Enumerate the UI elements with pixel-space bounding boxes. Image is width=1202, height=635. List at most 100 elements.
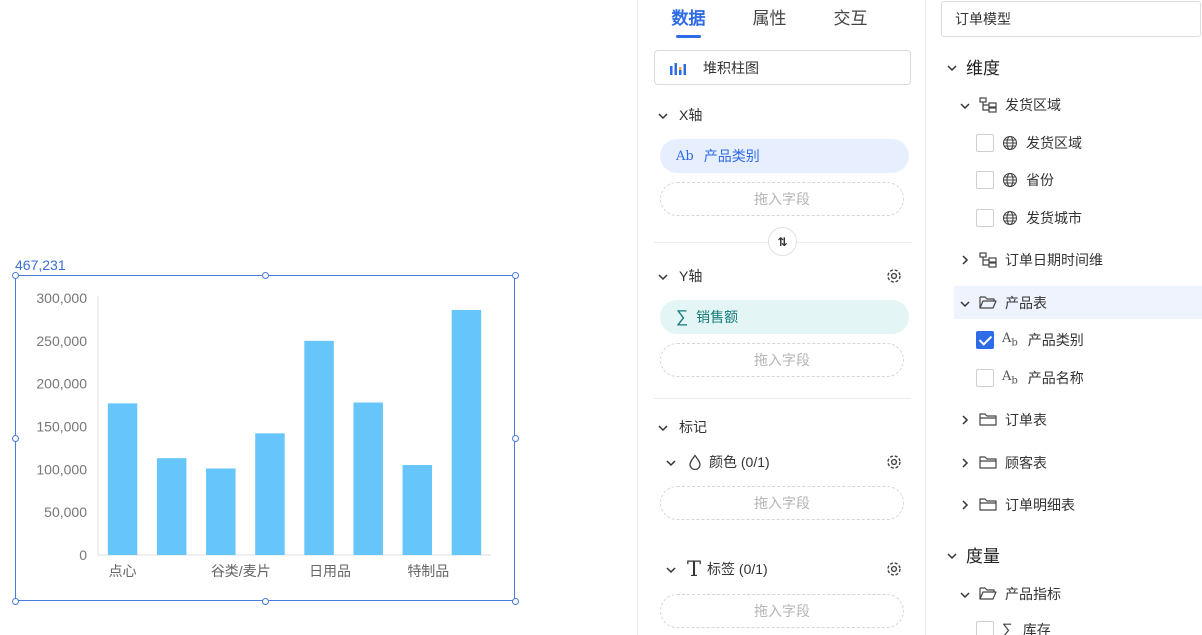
text-field-icon: Ab: [1002, 330, 1018, 349]
field-checkbox[interactable]: [976, 368, 994, 387]
panel-tabs: 数据 属性 交互: [638, 0, 925, 38]
gear-icon[interactable]: [885, 267, 903, 285]
field-checkbox[interactable]: [976, 208, 994, 227]
y-axis-drop-zone[interactable]: 拖入字段: [660, 343, 904, 377]
color-mark-header[interactable]: 颜色 (0/1): [666, 452, 770, 472]
marks-section-header[interactable]: 标记: [658, 417, 707, 437]
dimension-group-header[interactable]: 维度: [926, 50, 1202, 83]
tab-data[interactable]: 数据: [648, 0, 729, 38]
bar: [304, 340, 334, 555]
gear-icon[interactable]: [885, 560, 903, 578]
field-item[interactable]: ∑ 库存: [926, 613, 1202, 635]
folder-icon: [979, 498, 997, 511]
tree-node-folder[interactable]: 订单明细表: [926, 488, 1202, 521]
chevron-right-icon: [959, 252, 971, 268]
sum-icon: ∑: [676, 307, 689, 326]
chevron-down-icon: [658, 419, 670, 435]
fields-panel: 订单模型 维度 发货区域 发货区域 省份 发货城市 订单日期时间维 产品表 Ab…: [926, 0, 1202, 635]
marks-title: 标记: [679, 419, 707, 435]
tree-node-label: 发货区域: [1005, 96, 1061, 113]
bar: [206, 468, 236, 555]
gear-icon[interactable]: [885, 453, 903, 471]
y-tick-label: 100,000: [36, 461, 87, 477]
chart-type-selector[interactable]: 堆积柱图: [654, 50, 911, 85]
label-mark-label: 标签 (0/1): [707, 561, 768, 577]
tree-node-folder[interactable]: 顾客表: [926, 446, 1202, 479]
field-item[interactable]: 省份: [926, 163, 1202, 196]
x-axis-section-header[interactable]: X轴: [658, 105, 702, 125]
chevron-down-icon: [658, 268, 670, 284]
x-axis-drop-zone[interactable]: 拖入字段: [660, 182, 904, 216]
hierarchy-icon: [979, 96, 997, 113]
field-item[interactable]: 发货区域: [926, 126, 1202, 159]
x-axis-field-label: 产品类别: [703, 148, 760, 164]
field-item[interactable]: Ab 产品名称: [926, 361, 1202, 394]
x-tick-label: 点心: [109, 563, 137, 579]
bar-chart: 0 50,000 100,000 150,000 200,000 250,000 300,0…: [36, 290, 491, 579]
tab-properties[interactable]: 属性: [729, 0, 810, 38]
text-type-icon: T: [687, 557, 702, 581]
field-item[interactable]: 发货城市: [926, 201, 1202, 234]
resize-handle-se[interactable]: [512, 598, 519, 605]
y-axis-field-pill[interactable]: ∑ 销售额: [660, 300, 909, 334]
field-item[interactable]: Ab 产品类别: [926, 323, 1202, 356]
chevron-right-icon: [959, 455, 971, 471]
chevron-down-icon: [959, 295, 971, 311]
field-checkbox[interactable]: [976, 620, 994, 635]
chevron-down-icon: [666, 454, 678, 470]
chevron-down-icon: [959, 586, 971, 602]
bar: [156, 458, 187, 555]
tree-node-label: 订单日期时间维: [1005, 251, 1103, 268]
color-drop-zone[interactable]: 拖入字段: [660, 486, 904, 520]
field-checkbox-checked[interactable]: [976, 330, 994, 349]
resize-handle-sw[interactable]: [12, 598, 19, 605]
resize-handle-w[interactable]: [12, 435, 19, 442]
tree-node-folder[interactable]: 产品指标: [926, 577, 1202, 610]
label-mark-header[interactable]: T 标签 (0/1): [666, 557, 768, 581]
text-field-icon: Ab: [1002, 368, 1018, 387]
measure-group-header[interactable]: 度量: [926, 538, 1202, 571]
chevron-down-icon: [946, 547, 958, 563]
y-axis-title: Y轴: [679, 268, 703, 284]
globe-icon: [1002, 135, 1018, 150]
field-label: 发货区域: [1026, 134, 1082, 151]
swap-arrows-icon: ⇅: [777, 234, 788, 249]
x-tick-label: 谷类/麦片: [211, 563, 271, 579]
tree-node-hierarchy[interactable]: 发货区域: [926, 88, 1202, 121]
y-tick-label: 0: [79, 547, 87, 563]
resize-handle-e[interactable]: [512, 435, 519, 442]
tree-node-folder[interactable]: 订单表: [926, 403, 1202, 436]
data-model-selector[interactable]: 订单模型: [941, 1, 1201, 37]
field-checkbox[interactable]: [976, 170, 994, 189]
chevron-right-icon: [959, 412, 971, 428]
bar: [402, 465, 433, 555]
sum-icon: ∑: [1002, 621, 1013, 635]
x-axis-field-pill[interactable]: Ab 产品类别: [660, 139, 909, 173]
chevron-right-icon: [959, 497, 971, 513]
field-label: 产品类别: [1027, 331, 1084, 348]
field-checkbox[interactable]: [976, 133, 994, 152]
field-label: 库存: [1022, 621, 1051, 635]
tree-node-hierarchy[interactable]: 订单日期时间维: [926, 243, 1202, 276]
dimension-title: 维度: [966, 59, 1000, 78]
field-label: 发货城市: [1026, 209, 1082, 226]
tree-node-label: 订单表: [1005, 411, 1047, 428]
resize-handle-nw[interactable]: [12, 272, 19, 279]
field-label: 省份: [1026, 171, 1054, 188]
canvas-area[interactable]: 467,231 0 50,000 100,000 150,000 200,000 250,…: [0, 0, 637, 635]
x-tick-label: 日用品: [309, 563, 351, 579]
resize-handle-s[interactable]: [262, 598, 269, 605]
y-tick-label: 300,000: [36, 290, 87, 306]
y-tick-label: 150,000: [36, 419, 87, 435]
chart-component[interactable]: 0 50,000 100,000 150,000 200,000 250,000 300,0…: [12, 272, 519, 605]
tree-node-label: 订单明细表: [1005, 496, 1075, 513]
resize-handle-n[interactable]: [262, 272, 269, 279]
tab-interaction[interactable]: 交互: [810, 0, 891, 38]
label-drop-zone[interactable]: 拖入字段: [660, 594, 904, 628]
y-axis-section-header[interactable]: Y轴: [658, 266, 702, 286]
text-field-icon: Ab: [676, 148, 694, 164]
swap-axes-button[interactable]: ⇅: [768, 227, 797, 256]
measure-title: 度量: [966, 547, 1000, 566]
tree-node-folder[interactable]: 产品表: [954, 286, 1202, 319]
resize-handle-ne[interactable]: [512, 272, 519, 279]
